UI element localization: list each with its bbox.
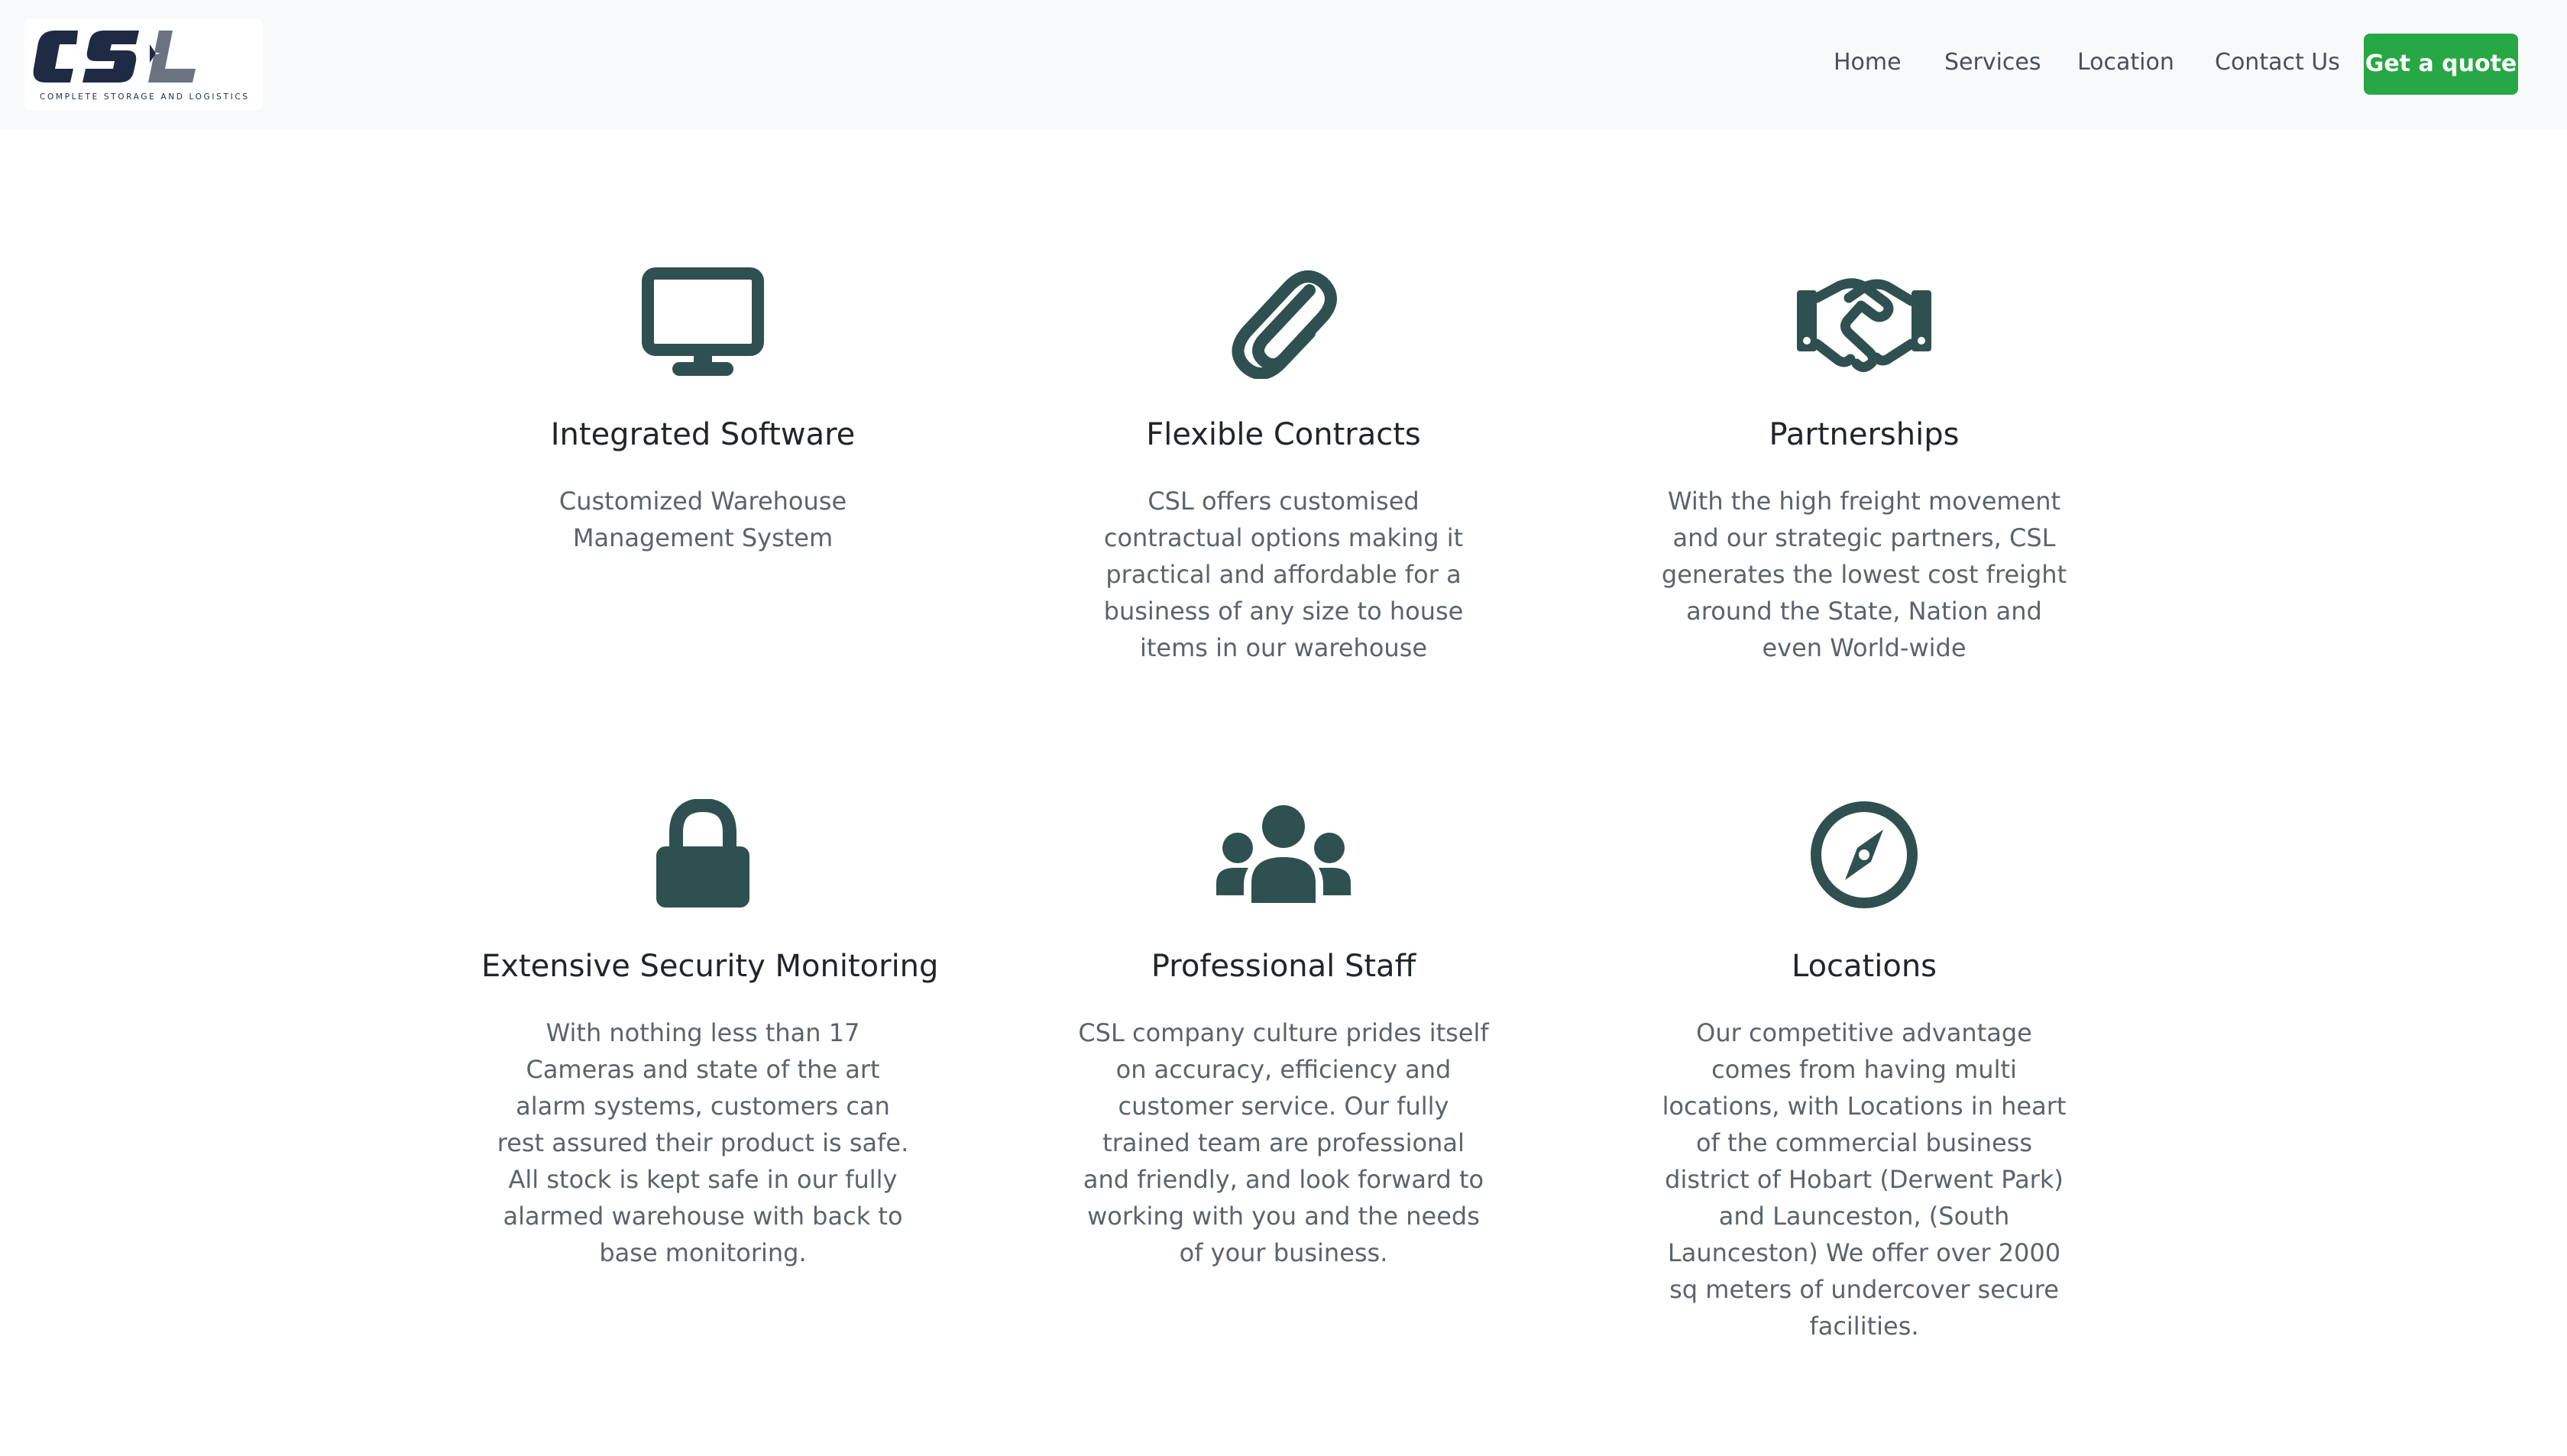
nav-home[interactable]: Home bbox=[1834, 49, 1902, 76]
navbar: COMPLETE STORAGE AND LOGISTICS Home Serv… bbox=[0, 0, 2567, 130]
feature-description: With the high freight movement and our s… bbox=[1661, 487, 2067, 662]
nav-contact-us[interactable]: Contact Us bbox=[2215, 49, 2340, 76]
feature-description: Our competitive advantage comes from hav… bbox=[1662, 1018, 2067, 1341]
feature-title: Integrated Software bbox=[550, 417, 856, 452]
feature-description: CSL company culture prides itself on acc… bbox=[1078, 1018, 1489, 1267]
nav-services[interactable]: Services bbox=[1944, 49, 2041, 76]
compass-icon bbox=[1811, 801, 1918, 908]
lock-icon bbox=[656, 799, 749, 908]
csl-logo-icon: COMPLETE STORAGE AND LOGISTICS bbox=[33, 31, 248, 102]
feature-security-monitoring: Extensive Security Monitoring With nothi… bbox=[481, 799, 939, 1267]
monitor-icon bbox=[642, 267, 764, 376]
get-a-quote-button[interactable]: Get a quote bbox=[2364, 34, 2518, 95]
feature-title: Partnerships bbox=[1769, 417, 1960, 452]
paperclip-icon bbox=[1232, 270, 1337, 379]
feature-title: Locations bbox=[1791, 949, 1937, 984]
nav-location[interactable]: Location bbox=[2077, 49, 2174, 76]
brand-logo[interactable]: COMPLETE STORAGE AND LOGISTICS bbox=[24, 18, 263, 110]
feature-title: Professional Staff bbox=[1151, 949, 1416, 984]
feature-partnerships: Partnerships With the high freight movem… bbox=[1643, 267, 2086, 662]
handshake-icon bbox=[1797, 278, 1931, 373]
feature-description: CSL offers customised contractual option… bbox=[1103, 487, 1464, 662]
people-icon bbox=[1216, 805, 1351, 903]
feature-professional-staff: Professional Staff CSL company culture p… bbox=[1062, 799, 1505, 1267]
feature-description: With nothing less than 17 Cameras and st… bbox=[497, 1018, 909, 1267]
feature-title: Extensive Security Monitoring bbox=[481, 949, 939, 984]
feature-title: Flexible Contracts bbox=[1146, 417, 1421, 452]
feature-integrated-software: Integrated Software Customized Warehouse… bbox=[481, 267, 924, 649]
feature-flexible-contracts: Flexible Contracts CSL offers customised… bbox=[1062, 267, 1505, 662]
logo-tagline: COMPLETE STORAGE AND LOGISTICS bbox=[40, 92, 248, 102]
feature-locations: Locations Our competitive advantage come… bbox=[1643, 799, 2086, 1341]
feature-description: Customized Warehouse Management System bbox=[558, 487, 847, 552]
